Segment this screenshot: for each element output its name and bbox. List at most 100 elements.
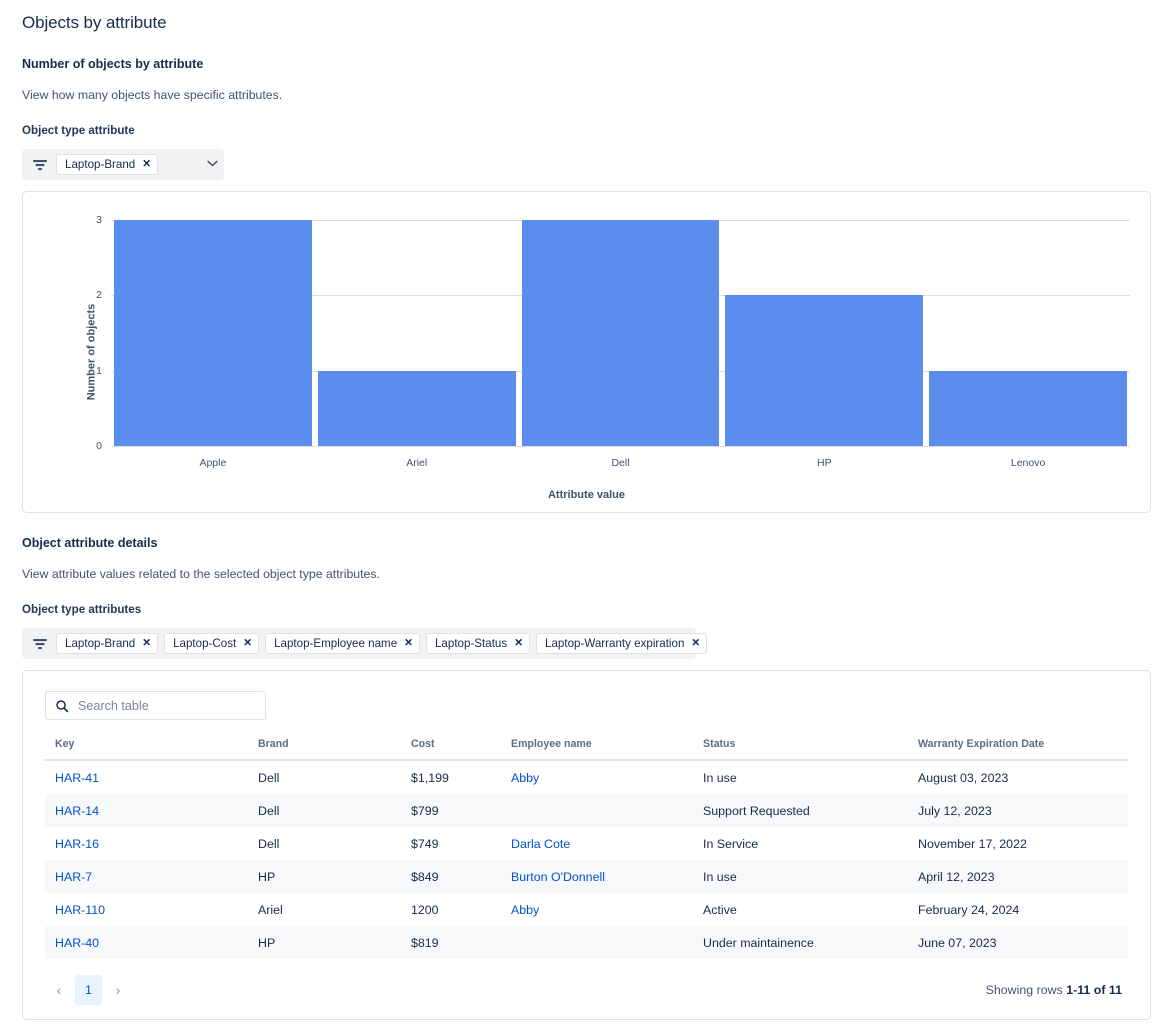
object-key-link[interactable]: HAR-41 <box>55 771 99 785</box>
cell-warranty: June 07, 2023 <box>918 926 1128 959</box>
table-row[interactable]: HAR-14Dell$799Support RequestedJuly 12, … <box>45 794 1128 827</box>
object-key-link[interactable]: HAR-16 <box>55 837 99 851</box>
search-icon <box>55 699 69 713</box>
chart-bar[interactable] <box>114 220 312 446</box>
employee-link[interactable]: Burton O'Donnell <box>511 870 605 884</box>
filter-chip[interactable]: Laptop-Employee name✕ <box>265 633 420 654</box>
cell-warranty: August 03, 2023 <box>918 760 1128 794</box>
cell-brand: HP <box>258 926 411 959</box>
chart-bar-slot: Ariel <box>315 220 519 446</box>
chart-y-tick-label: 3 <box>96 214 102 226</box>
chart-bar-slot: Apple <box>111 220 315 446</box>
cell-brand: Dell <box>258 760 411 794</box>
cell-cost: $749 <box>411 827 511 860</box>
filter-funnel-icon <box>32 158 48 172</box>
filter-chip[interactable]: Laptop-Brand✕ <box>56 633 158 654</box>
details-section-description: View attribute values related to the sel… <box>22 566 1151 582</box>
chart-section-heading: Number of objects by attribute <box>22 56 1151 72</box>
object-key-link[interactable]: HAR-14 <box>55 804 99 818</box>
employee-link[interactable]: Abby <box>511 903 539 917</box>
cell-employee[interactable]: Burton O'Donnell <box>511 860 703 893</box>
column-header-brand[interactable]: Brand <box>258 738 411 760</box>
filter-chip[interactable]: Laptop-Cost ✕ <box>164 633 259 654</box>
column-header-key[interactable]: Key <box>45 738 258 760</box>
table-row[interactable]: HAR-40HP$819Under maintainenceJune 07, 2… <box>45 926 1128 959</box>
chart-x-tick-label: Ariel <box>315 457 519 469</box>
filter-chip[interactable]: Laptop-Warranty expiration ✕ <box>536 633 707 654</box>
cell-cost: $849 <box>411 860 511 893</box>
cell-employee <box>511 794 703 827</box>
objects-by-attribute-page: Objects by attribute Number of objects b… <box>0 0 1173 1034</box>
filter-chip[interactable]: Laptop-Status✕ <box>426 633 530 654</box>
cell-key[interactable]: HAR-16 <box>45 827 258 860</box>
object-key-link[interactable]: HAR-7 <box>55 870 92 884</box>
cell-status: Active <box>703 893 918 926</box>
chart-y-tick-label: 2 <box>96 289 102 301</box>
cell-warranty: April 12, 2023 <box>918 860 1128 893</box>
cell-brand: Dell <box>258 794 411 827</box>
pagination-next-button[interactable]: › <box>104 976 132 1004</box>
cell-status: In use <box>703 860 918 893</box>
chart-bar-slot: Dell <box>519 220 723 446</box>
column-header-cost[interactable]: Cost <box>411 738 511 760</box>
cell-warranty: July 12, 2023 <box>918 794 1128 827</box>
chart-bar[interactable] <box>318 371 516 446</box>
cell-employee[interactable]: Darla Cote <box>511 827 703 860</box>
showing-rows-prefix: Showing rows <box>986 983 1063 997</box>
chart-x-tick-label: Apple <box>111 457 315 469</box>
close-icon[interactable]: ✕ <box>142 159 151 170</box>
close-icon[interactable]: ✕ <box>142 638 151 649</box>
cell-warranty: November 17, 2022 <box>918 827 1128 860</box>
table-row[interactable]: HAR-110Ariel1200AbbyActiveFebruary 24, 2… <box>45 893 1128 926</box>
chart-bar[interactable] <box>929 371 1127 446</box>
chevron-down-icon[interactable] <box>191 160 218 170</box>
filter-chip-label: Laptop-Warranty expiration <box>545 634 684 653</box>
filter-chip[interactable]: Laptop-Brand ✕ <box>56 154 158 175</box>
cell-status: In Service <box>703 827 918 860</box>
chart-bar-slot: HP <box>722 220 926 446</box>
chart-x-tick-label: Lenovo <box>926 457 1130 469</box>
showing-rows-range: 1-11 of 11 <box>1066 983 1122 997</box>
chart-bar[interactable] <box>522 220 720 446</box>
close-icon[interactable]: ✕ <box>691 638 700 649</box>
column-header-warranty[interactable]: Warranty Expiration Date <box>918 738 1128 760</box>
cell-brand: Ariel <box>258 893 411 926</box>
cell-key[interactable]: HAR-40 <box>45 926 258 959</box>
table-header: Key Brand Cost Employee name Status Warr… <box>45 738 1128 760</box>
search-input[interactable]: Search table <box>45 691 266 720</box>
filter-chip-label: Laptop-Cost <box>173 634 236 653</box>
object-key-link[interactable]: HAR-110 <box>55 903 105 917</box>
details-section-heading: Object attribute details <box>22 535 1151 551</box>
cell-status: In use <box>703 760 918 794</box>
cell-key[interactable]: HAR-110 <box>45 893 258 926</box>
cell-key[interactable]: HAR-41 <box>45 760 258 794</box>
cell-key[interactable]: HAR-14 <box>45 794 258 827</box>
table-row[interactable]: HAR-16Dell$749Darla CoteIn ServiceNovemb… <box>45 827 1128 860</box>
close-icon[interactable]: ✕ <box>243 638 252 649</box>
object-type-attributes-select[interactable]: Laptop-Brand✕Laptop-Cost✕Laptop-Employee… <box>22 628 696 659</box>
search-table-field[interactable]: Search table <box>45 691 266 720</box>
object-type-attribute-select[interactable]: Laptop-Brand ✕ <box>22 149 224 180</box>
table-header-row: Key Brand Cost Employee name Status Warr… <box>45 738 1128 760</box>
objects-by-attribute-chart: Number of objects 0123AppleArielDellHPLe… <box>22 191 1151 513</box>
table-row[interactable]: HAR-7HP$849Burton O'DonnellIn useApril 1… <box>45 860 1128 893</box>
object-key-link[interactable]: HAR-40 <box>55 936 99 950</box>
object-type-attribute-label: Object type attribute <box>22 123 1151 139</box>
cell-key[interactable]: HAR-7 <box>45 860 258 893</box>
table-row[interactable]: HAR-41Dell$1,199AbbyIn useAugust 03, 202… <box>45 760 1128 794</box>
pagination-page-1[interactable]: 1 <box>75 975 102 1005</box>
chart-x-axis-title: Attribute value <box>23 489 1150 501</box>
close-icon[interactable]: ✕ <box>514 638 523 649</box>
employee-link[interactable]: Darla Cote <box>511 837 570 851</box>
column-header-employee[interactable]: Employee name <box>511 738 703 760</box>
close-icon[interactable]: ✕ <box>404 638 413 649</box>
pagination-prev-button[interactable]: ‹ <box>45 976 73 1004</box>
chart-bar-slot: Lenovo <box>926 220 1130 446</box>
cell-employee[interactable]: Abby <box>511 893 703 926</box>
column-header-status[interactable]: Status <box>703 738 918 760</box>
cell-employee[interactable]: Abby <box>511 760 703 794</box>
chart-bar[interactable] <box>725 295 923 446</box>
chart-y-axis-title: Number of objects <box>85 304 97 401</box>
employee-link[interactable]: Abby <box>511 771 539 785</box>
pagination[interactable]: ‹ 1 › <box>45 975 132 1005</box>
